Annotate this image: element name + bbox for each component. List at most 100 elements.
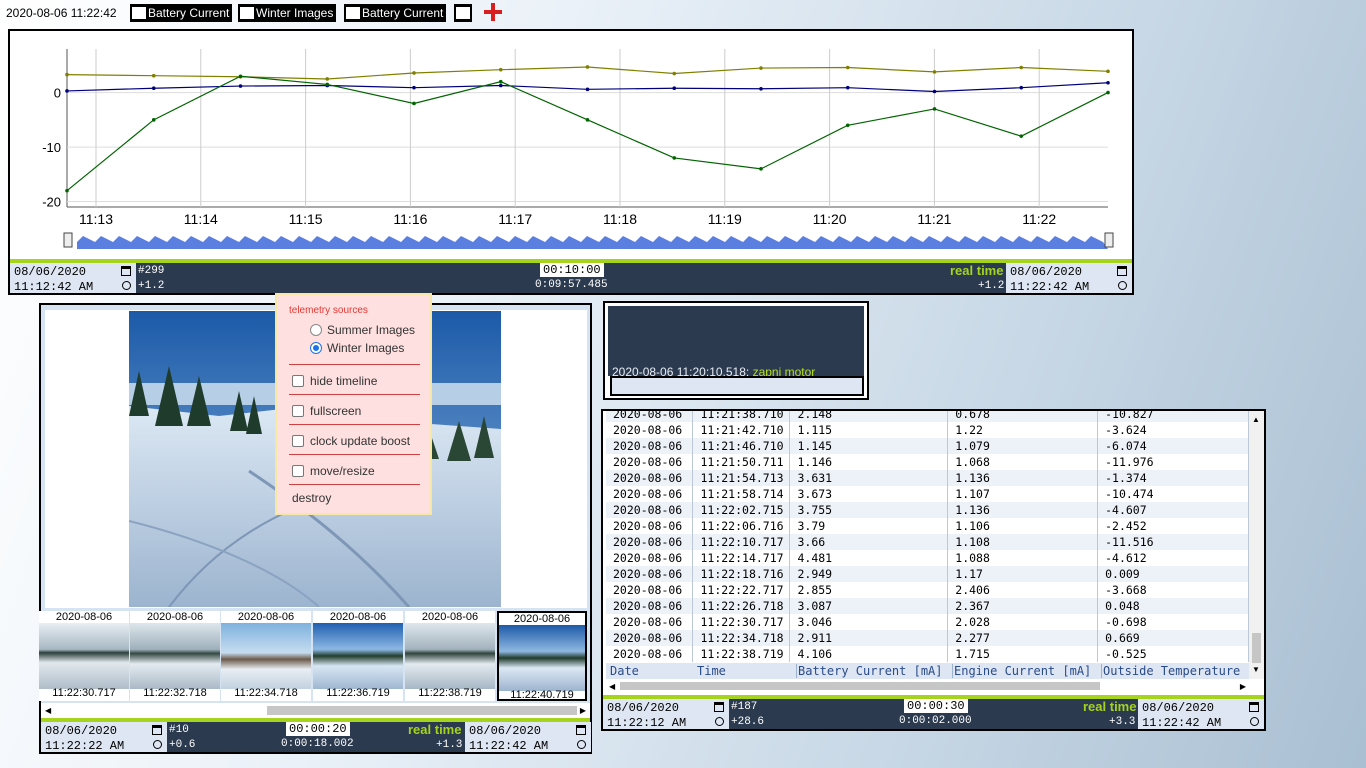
clock-icon[interactable] (715, 717, 724, 726)
table-row[interactable]: 2020-08-06 11:22:10.717 3.66 1.108 -11.516 (606, 534, 1249, 550)
table-cell: 1.715 (947, 646, 1099, 662)
realtime-toggle[interactable]: real time (408, 722, 461, 737)
checkbox[interactable] (292, 465, 304, 477)
table-row[interactable]: 2020-08-06 11:22:18.716 2.949 1.17 0.009 (606, 566, 1249, 582)
calendar-icon[interactable] (714, 702, 724, 712)
table-row[interactable]: 2020-08-06 11:21:46.710 1.145 1.079 -6.074 (606, 438, 1249, 454)
scroll-thumb[interactable] (267, 706, 577, 715)
move-resize-option[interactable]: move/resize (292, 464, 375, 478)
calendar-icon[interactable] (152, 725, 162, 735)
image-thumbnail[interactable]: 2020-08-06 11:22:34.718 (221, 611, 311, 701)
scroll-thumb[interactable] (620, 682, 1100, 690)
window-size-input[interactable]: 00:10:00 (540, 263, 604, 277)
source-option-winter[interactable]: Winter Images (310, 341, 404, 355)
table-cell: -11.516 (1097, 534, 1249, 550)
calendar-icon[interactable] (576, 725, 586, 735)
table-row[interactable]: 2020-08-06 11:22:22.717 2.855 2.406 -3.668 (606, 582, 1249, 598)
table-row[interactable]: 2020-08-06 11:22:30.717 3.046 2.028 -0.698 (606, 614, 1249, 630)
checkbox[interactable] (292, 435, 304, 447)
x-tick-label: 11:18 (603, 211, 637, 227)
clock-boost-option[interactable]: clock update boost (292, 434, 410, 448)
table-horizontal-scrollbar[interactable]: ◀ ▶ (606, 679, 1249, 693)
clock-icon[interactable] (122, 281, 131, 290)
series-point (65, 89, 69, 93)
battery-current-table-button[interactable]: Battery Current (344, 4, 447, 22)
console-button[interactable] (454, 4, 472, 22)
data-table: 2020-08-06 11:21:38.710 2.148 0.678 -10.827 2… (606, 411, 1249, 662)
image-thumbnail[interactable]: 2020-08-06 11:22:40.719 (497, 611, 587, 701)
table-cell: -3.668 (1097, 582, 1249, 598)
hide-timeline-option[interactable]: hide timeline (292, 374, 377, 388)
image-thumbnail[interactable]: 2020-08-06 11:22:32.718 (130, 611, 220, 701)
image-thumbnail[interactable]: 2020-08-06 11:22:36.719 (313, 611, 403, 701)
column-header-date[interactable]: Date (610, 664, 639, 678)
source-option-summer[interactable]: Summer Images (310, 323, 415, 337)
table-vertical-scrollbar[interactable]: ▲ ▼ (1249, 411, 1264, 679)
clock-icon[interactable] (1250, 717, 1259, 726)
table-row[interactable]: 2020-08-06 11:21:38.710 2.148 0.678 -10.827 (606, 411, 1249, 422)
end-offset: +1.3 (436, 739, 463, 751)
table-row[interactable]: 2020-08-06 11:21:50.711 1.146 1.068 -11.976 (606, 454, 1249, 470)
end-datetime-picker[interactable]: 08/06/2020 11:22:42 AM (465, 722, 591, 753)
scroll-thumb[interactable] (1252, 633, 1261, 663)
image-thumbnail[interactable]: 2020-08-06 11:22:38.719 (405, 611, 495, 701)
thumbnail-image (130, 623, 220, 689)
start-datetime-picker[interactable]: 08/06/2020 11:12:42 AM (10, 263, 136, 294)
series-point (845, 85, 850, 90)
table-row[interactable]: 2020-08-06 11:22:06.716 3.79 1.106 -2.452 (606, 518, 1249, 534)
table-cell: 11:22:14.717 (692, 550, 791, 566)
table-cell: 11:22:38.719 (692, 646, 791, 662)
scroll-left-icon[interactable]: ◀ (45, 706, 51, 715)
scroll-right-icon[interactable]: ▶ (1240, 682, 1246, 691)
column-header-outside-temperature[interactable]: Outside Temperature (1101, 664, 1240, 678)
end-datetime-picker[interactable]: 08/06/2020 11:22:42 AM (1138, 699, 1264, 730)
checkbox[interactable] (292, 405, 304, 417)
realtime-toggle[interactable]: real time (1083, 699, 1136, 714)
table-cell: -10.474 (1097, 486, 1249, 502)
radio-button[interactable] (310, 342, 322, 354)
column-header-engine-current[interactable]: Engine Current [mA] (952, 664, 1091, 678)
console-input[interactable] (610, 376, 864, 396)
x-tick-label: 11:13 (79, 211, 113, 227)
table-row[interactable]: 2020-08-06 11:22:02.715 3.755 1.136 -4.607 (606, 502, 1249, 518)
start-datetime-picker[interactable]: 08/06/2020 11:22:12 AM (603, 699, 729, 730)
start-datetime-picker[interactable]: 08/06/2020 11:22:22 AM (41, 722, 167, 753)
scroll-down-icon[interactable]: ▼ (1252, 665, 1260, 674)
thumbnail-scrollbar[interactable]: ◀ ▶ (41, 703, 590, 718)
table-row[interactable]: 2020-08-06 11:21:42.710 1.115 1.22 -3.624 (606, 422, 1249, 438)
fullscreen-option[interactable]: fullscreen (292, 404, 361, 418)
scroll-up-icon[interactable]: ▲ (1252, 415, 1260, 424)
table-row[interactable]: 2020-08-06 11:22:26.718 3.087 2.367 0.048 (606, 598, 1249, 614)
scroll-left-icon[interactable]: ◀ (609, 682, 615, 691)
battery-current-chart-button[interactable]: Battery Current (130, 4, 233, 22)
elapsed-time: 0:00:02.000 (899, 715, 972, 727)
end-datetime-picker[interactable]: 08/06/2020 11:22:42 AM (1006, 263, 1132, 294)
table-row[interactable]: 2020-08-06 11:22:14.717 4.481 1.088 -4.612 (606, 550, 1249, 566)
table-row[interactable]: 2020-08-06 11:22:38.719 4.106 1.715 -0.525 (606, 646, 1249, 662)
image-thumbnail[interactable]: 2020-08-06 11:22:30.717 (39, 611, 129, 701)
calendar-icon[interactable] (1249, 702, 1259, 712)
column-header-battery-current[interactable]: Battery Current [mA] (796, 664, 943, 678)
window-size-input[interactable]: 00:00:30 (904, 699, 968, 713)
checkbox[interactable] (292, 375, 304, 387)
table-row[interactable]: 2020-08-06 11:22:34.718 2.911 2.277 0.669 (606, 630, 1249, 646)
table-cell: -6.074 (1097, 438, 1249, 454)
calendar-icon[interactable] (121, 266, 131, 276)
scroll-right-icon[interactable]: ▶ (580, 706, 586, 715)
destroy-option[interactable]: destroy (292, 491, 331, 505)
add-icon[interactable] (482, 1, 504, 23)
column-header-time[interactable]: Time (697, 664, 726, 678)
clock-icon[interactable] (153, 740, 162, 749)
plot-area (67, 49, 1108, 207)
clock-icon[interactable] (1118, 281, 1127, 290)
realtime-toggle[interactable]: real time (950, 263, 1003, 278)
winter-images-button[interactable]: Winter Images (238, 4, 337, 22)
table-row[interactable]: 2020-08-06 11:21:54.713 3.631 1.136 -1.374 (606, 470, 1249, 486)
window-size-input[interactable]: 00:00:20 (286, 722, 350, 736)
radio-button[interactable] (310, 324, 322, 336)
table-cell: 11:21:58.714 (692, 486, 791, 502)
series-point (932, 107, 937, 111)
calendar-icon[interactable] (1117, 266, 1127, 276)
table-row[interactable]: 2020-08-06 11:21:58.714 3.673 1.107 -10.474 (606, 486, 1249, 502)
clock-icon[interactable] (577, 740, 586, 749)
